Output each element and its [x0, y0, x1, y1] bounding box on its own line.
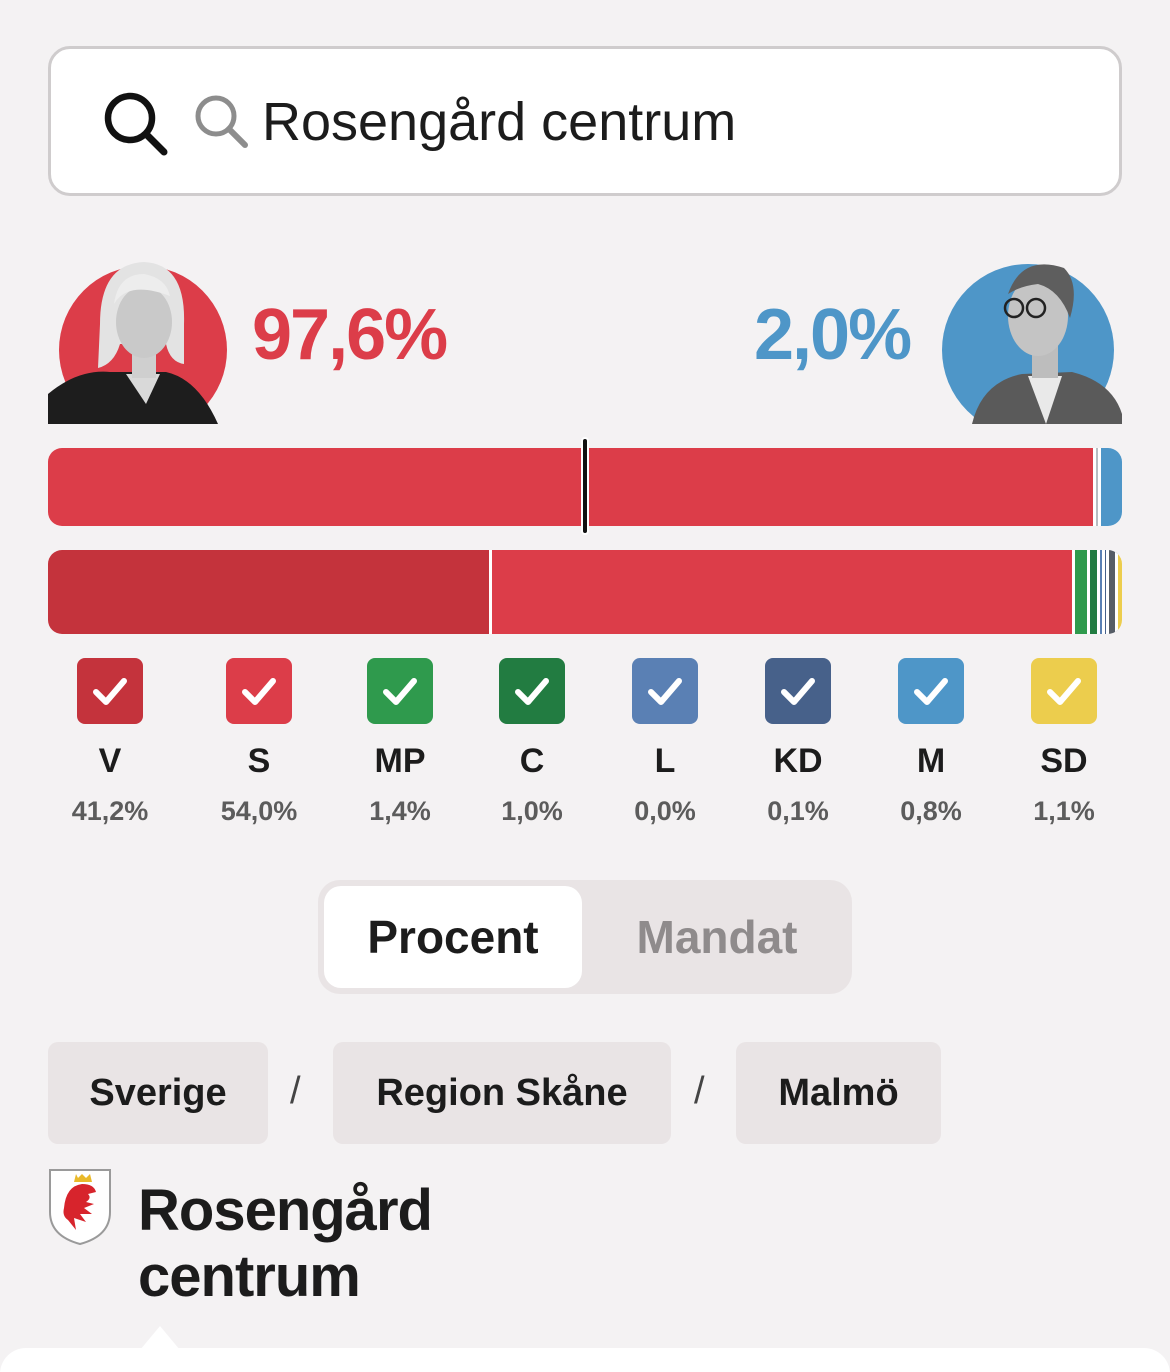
party-percent: 54,0% — [220, 796, 298, 826]
party-percent: 0,8% — [900, 796, 962, 826]
party-segment-v — [48, 550, 493, 634]
toggle-procent[interactable]: Procent — [324, 886, 582, 988]
left-leader-avatar — [48, 244, 228, 424]
left-bloc-percent: 97,6% — [252, 295, 448, 375]
party-percent: 1,0% — [501, 796, 563, 826]
bloc-segment-0 — [48, 448, 1097, 526]
search-input[interactable] — [262, 84, 1062, 160]
breadcrumb-region-skane[interactable]: Region Skåne — [333, 1042, 671, 1144]
search-inline-icon — [195, 95, 248, 148]
party-item-l[interactable]: L 0,0% — [605, 658, 725, 827]
party-abbr: C — [519, 742, 545, 780]
party-percent: 1,4% — [369, 796, 431, 826]
checkbox-icon[interactable] — [632, 658, 698, 724]
party-result-bar — [48, 550, 1122, 634]
breadcrumb-malmo[interactable]: Malmö — [736, 1042, 941, 1144]
party-abbr: V — [98, 742, 122, 780]
checkbox-icon[interactable] — [367, 658, 433, 724]
area-title-line2: centrum — [138, 1244, 361, 1309]
party-percent: 0,1% — [767, 796, 829, 826]
checkbox-icon[interactable] — [77, 658, 143, 724]
party-item-mp[interactable]: MP 1,4% — [340, 658, 460, 827]
breadcrumb-sverige[interactable]: Sverige — [48, 1042, 268, 1144]
party-abbr: SD — [1040, 742, 1088, 780]
breadcrumb-separator: / — [290, 1070, 301, 1112]
party-item-kd[interactable]: KD 0,1% — [738, 658, 858, 827]
party-list: V 41,2% S 54,0% MP 1,4% C 1,0% L 0,0% KD 0,1% M 0,8% S… — [0, 658, 1170, 838]
party-segment-sd — [1117, 550, 1122, 634]
party-abbr: MP — [374, 742, 426, 780]
party-percent: 0,0% — [634, 796, 696, 826]
party-abbr: KD — [773, 742, 823, 780]
display-mode-toggle: Procent Mandat — [318, 880, 852, 994]
breadcrumb-separator: / — [694, 1070, 705, 1112]
party-segment-m — [1108, 550, 1118, 634]
coat-of-arms-icon — [49, 1169, 111, 1246]
checkbox-icon[interactable] — [765, 658, 831, 724]
party-item-v[interactable]: V 41,2% — [50, 658, 170, 827]
search-icon[interactable] — [100, 88, 170, 158]
area-title-line1: Rosengård — [138, 1178, 433, 1243]
party-item-c[interactable]: C 1,0% — [472, 658, 592, 827]
checkbox-icon[interactable] — [499, 658, 565, 724]
right-leader-avatar — [942, 244, 1122, 424]
checkbox-icon[interactable] — [898, 658, 964, 724]
area-title: Rosengård centrum — [138, 1178, 738, 1310]
party-percent: 1,1% — [1033, 796, 1095, 826]
majority-marker — [581, 437, 589, 535]
bottom-card — [0, 1348, 1170, 1372]
party-item-m[interactable]: M 0,8% — [871, 658, 991, 827]
card-notch — [140, 1326, 180, 1350]
party-abbr: S — [247, 742, 271, 780]
party-percent: 41,2% — [71, 796, 149, 826]
party-abbr: L — [654, 742, 676, 780]
right-bloc-percent: 2,0% — [754, 295, 912, 375]
party-item-s[interactable]: S 54,0% — [199, 658, 319, 827]
checkbox-icon[interactable] — [1031, 658, 1097, 724]
bloc-segment-2 — [1100, 448, 1122, 526]
toggle-mandat[interactable]: Mandat — [588, 886, 846, 988]
party-segment-c — [1089, 550, 1101, 634]
party-segment-s — [492, 550, 1075, 634]
checkbox-icon[interactable] — [226, 658, 292, 724]
party-item-sd[interactable]: SD 1,1% — [1004, 658, 1124, 827]
party-segment-mp — [1074, 550, 1090, 634]
party-abbr: M — [916, 742, 946, 780]
